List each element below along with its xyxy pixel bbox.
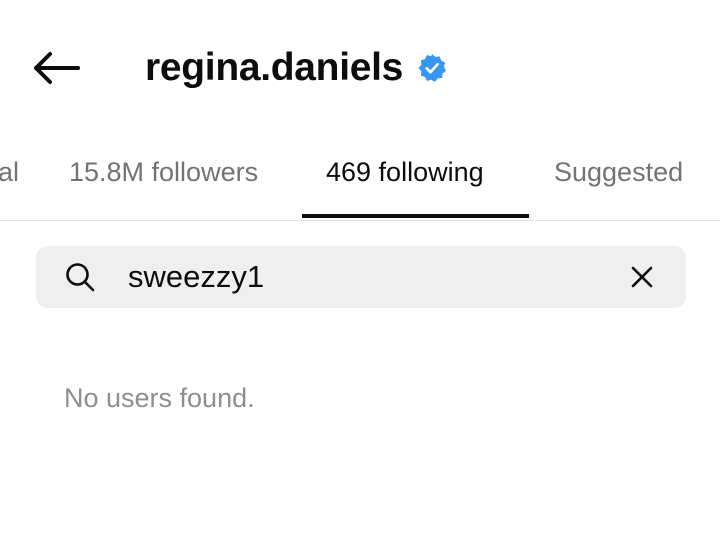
tab-suggested[interactable]: Suggested [554, 154, 683, 190]
username-title: regina.daniels [145, 46, 404, 89]
back-button[interactable] [28, 46, 84, 90]
verified-badge-icon [418, 54, 446, 82]
close-icon[interactable] [626, 261, 658, 293]
search-bar[interactable] [36, 246, 686, 308]
tab-followers[interactable]: 15.8M followers [69, 154, 258, 190]
search-icon [66, 263, 95, 292]
tab-mutual[interactable]: al [0, 154, 19, 190]
empty-results-message: No users found. [64, 383, 255, 413]
tab-following[interactable]: 469 following [326, 154, 484, 190]
profile-header: regina.daniels [0, 0, 720, 135]
arrow-left-icon [34, 52, 80, 84]
active-tab-indicator [302, 214, 529, 218]
profile-title: regina.daniels [145, 44, 447, 92]
search-input[interactable] [128, 254, 598, 300]
following-screen: regina.daniels al 15.8M followers 469 fo… [0, 0, 720, 557]
connections-tabs: al 15.8M followers 469 following Suggest… [0, 140, 720, 221]
